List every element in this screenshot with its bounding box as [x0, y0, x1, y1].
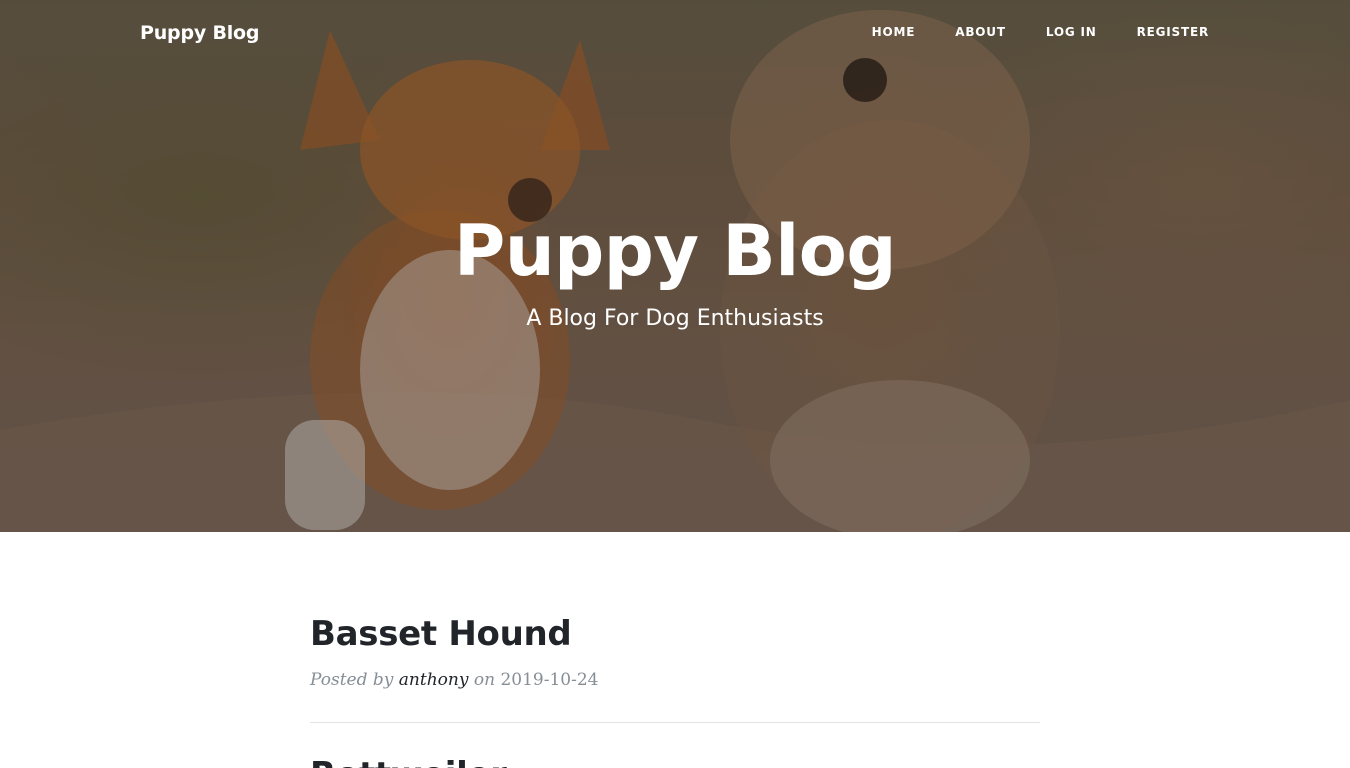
post-date: 2019-10-24 — [500, 670, 599, 690]
nav-link-register[interactable]: REGISTER — [1137, 24, 1209, 40]
main-nav: HOME ABOUT LOG IN REGISTER — [832, 24, 1209, 40]
post-author-link[interactable]: anthony — [399, 670, 469, 690]
post-title: Basset Hound — [310, 532, 1040, 656]
nav-link-home[interactable]: HOME — [872, 24, 916, 40]
post-list: Basset Hound Posted by anthony on 2019-1… — [310, 532, 1040, 768]
navbar-brand[interactable]: Puppy Blog — [140, 20, 260, 46]
hero-title: Puppy Blog — [454, 210, 896, 292]
hero-header: Puppy Blog HOME ABOUT LOG IN REGISTER Pu… — [0, 0, 1350, 532]
post-title-link[interactable]: Rottweiler — [310, 755, 507, 768]
post-meta: Posted by anthony on 2019-10-24 — [310, 656, 1040, 722]
post-title-link[interactable]: Basset Hound — [310, 614, 572, 654]
post-preview: Basset Hound Posted by anthony on 2019-1… — [310, 532, 1040, 723]
posted-by-label: Posted by — [310, 670, 394, 690]
on-label: on — [473, 670, 496, 690]
nav-link-about[interactable]: ABOUT — [955, 24, 1006, 40]
post-title: Rottweiler — [310, 723, 1040, 768]
nav-link-login[interactable]: LOG IN — [1046, 24, 1097, 40]
post-preview: Rottweiler — [310, 723, 1040, 768]
hero-subtitle: A Blog For Dog Enthusiasts — [526, 306, 824, 331]
